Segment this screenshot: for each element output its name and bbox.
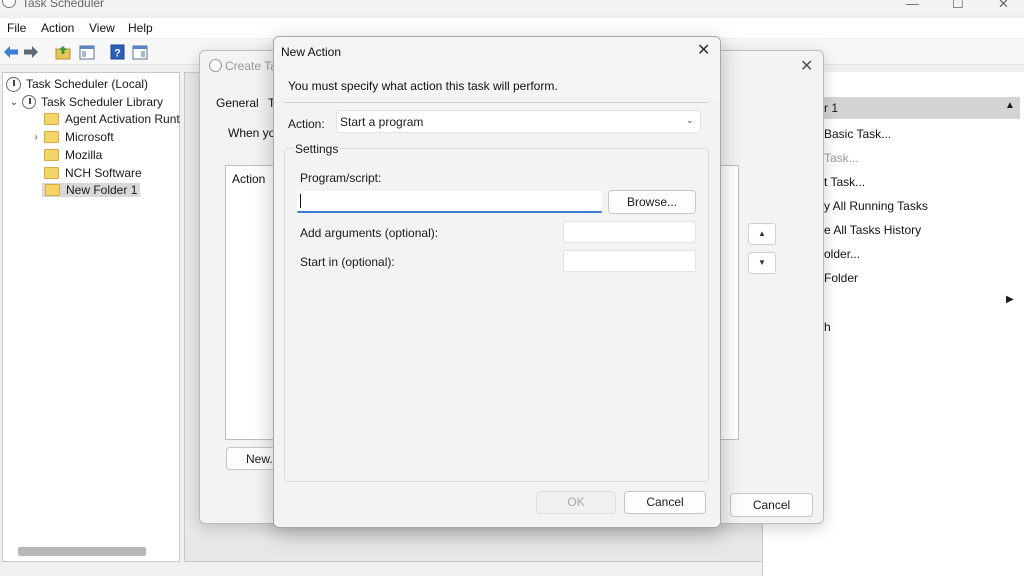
window-titlebar: Task Scheduler — ☐ ✕ — [0, 0, 1024, 14]
start-in-label: Start in (optional): — [300, 255, 395, 269]
tab-general[interactable]: General — [216, 96, 259, 110]
action-import-task[interactable]: t Task... — [824, 175, 865, 189]
tree-item-folder[interactable]: Agent Activation Runt — [44, 110, 180, 128]
action-pane-icon[interactable] — [131, 43, 149, 61]
chevron-down-icon[interactable]: ⌄ — [686, 115, 694, 126]
ok-button[interactable]: OK — [536, 491, 616, 514]
action-refresh[interactable]: h — [824, 320, 831, 334]
tree-item-label: Task Scheduler Library — [41, 95, 164, 109]
action-label: Action: — [288, 117, 325, 131]
move-up-button[interactable]: ▲ — [748, 223, 776, 245]
window-title: Task Scheduler — [22, 0, 105, 10]
show-hide-console-icon[interactable] — [78, 43, 96, 61]
svg-text:?: ? — [114, 48, 121, 60]
folder-up-icon[interactable] — [54, 43, 72, 61]
menu-help[interactable]: Help — [128, 21, 153, 35]
action-enable-history[interactable]: e All Tasks History — [824, 223, 921, 237]
library-clock-icon — [22, 95, 36, 109]
new-action-close-button[interactable]: ✕ — [697, 40, 710, 60]
new-action-dialog: New Action ✕ You must specify what actio… — [273, 36, 721, 528]
new-action-instruction: You must specify what action this task w… — [288, 79, 558, 93]
tree-item-library[interactable]: ⌄ Task Scheduler Library — [8, 93, 163, 111]
create-task-cancel-button[interactable]: Cancel — [730, 493, 813, 517]
maximize-button[interactable]: ☐ — [952, 0, 964, 12]
menu-file[interactable]: File — [7, 21, 26, 35]
program-script-input[interactable] — [297, 191, 602, 213]
browse-button[interactable]: Browse... — [608, 190, 696, 214]
create-task-close-button[interactable]: ✕ — [800, 56, 813, 76]
tree-item-folder[interactable]: NCH Software — [44, 164, 142, 182]
start-in-input[interactable] — [563, 250, 696, 272]
forward-arrow-icon[interactable] — [22, 43, 40, 61]
settings-label: Settings — [293, 142, 341, 156]
new-action-title: New Action — [281, 45, 342, 59]
create-task-title: Create Ta — [225, 59, 277, 73]
folder-icon — [44, 113, 59, 125]
tree-item-label: Task Scheduler (Local) — [26, 77, 149, 91]
tree-item-root[interactable]: Task Scheduler (Local) — [6, 75, 148, 93]
menu-bar: File Action View Help — [0, 18, 1024, 38]
back-arrow-icon[interactable] — [2, 43, 20, 61]
menu-view[interactable]: View — [89, 21, 115, 35]
text-caret — [300, 194, 301, 208]
actions-list-column-header[interactable]: Action — [232, 172, 265, 186]
action-dropdown[interactable]: Start a program — [336, 110, 701, 133]
tree-item-label: Microsoft — [65, 130, 114, 144]
folder-icon — [45, 184, 60, 196]
actions-header-label: r 1 — [824, 101, 839, 115]
tree-item-label: NCH Software — [65, 166, 142, 180]
menu-action[interactable]: Action — [41, 21, 74, 35]
program-script-label: Program/script: — [300, 171, 382, 185]
tree-item-folder-selected[interactable]: New Folder 1 — [42, 181, 141, 199]
move-down-button[interactable]: ▼ — [748, 252, 776, 274]
tree-item-label: New Folder 1 — [66, 183, 138, 197]
tree-item-label: Mozilla — [65, 148, 103, 162]
create-task-clock-icon — [209, 59, 222, 72]
tree-horizontal-scrollbar[interactable] — [18, 547, 146, 556]
add-arguments-input[interactable] — [563, 221, 696, 243]
action-create-task[interactable]: Task... — [824, 151, 859, 165]
action-create-basic-task[interactable]: Basic Task... — [824, 127, 891, 141]
action-display-running-tasks[interactable]: y All Running Tasks — [824, 199, 928, 213]
tree-item-label: Agent Activation Runt — [65, 112, 180, 126]
help-icon[interactable]: ? — [108, 43, 126, 61]
folder-icon — [44, 149, 59, 161]
clock-icon — [6, 76, 21, 92]
submenu-arrow-icon[interactable]: ▶ — [1006, 294, 1014, 305]
folder-icon — [44, 131, 59, 143]
chevron-down-icon[interactable]: ⌄ — [8, 97, 20, 108]
tree-item-folder[interactable]: Mozilla — [44, 146, 102, 164]
create-task-when-text: When yo — [228, 126, 276, 140]
action-new-folder[interactable]: older... — [824, 247, 860, 261]
status-strip — [184, 562, 764, 576]
minimize-button[interactable]: — — [906, 0, 919, 11]
folder-icon — [44, 167, 59, 179]
chevron-right-icon[interactable]: › — [28, 132, 44, 143]
header-divider — [284, 102, 708, 103]
action-delete-folder[interactable]: Folder — [824, 271, 858, 285]
cancel-button[interactable]: Cancel — [624, 491, 706, 514]
add-arguments-label: Add arguments (optional): — [300, 226, 439, 240]
task-scheduler-icon — [2, 0, 16, 8]
tree-item-folder[interactable]: › Microsoft — [28, 128, 114, 146]
collapse-up-icon[interactable]: ▲ — [1005, 100, 1015, 111]
close-window-button[interactable]: ✕ — [998, 0, 1009, 12]
